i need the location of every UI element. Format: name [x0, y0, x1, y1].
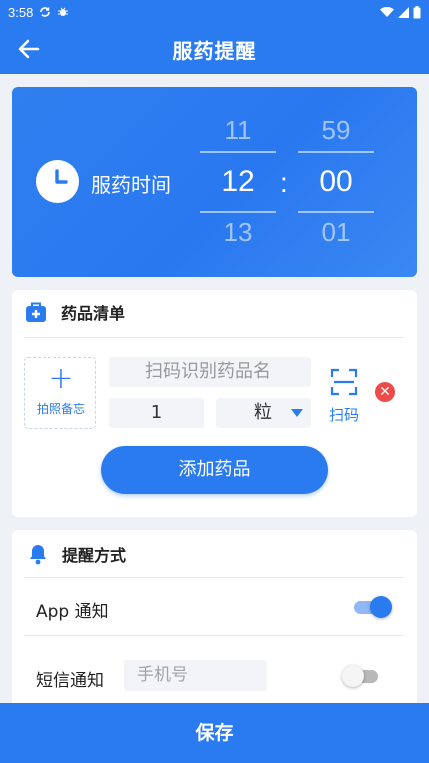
status-time: 3:58 [8, 4, 34, 20]
app-notice-label: App 通知 [36, 602, 109, 622]
reminder-method-card: 提醒方式 App 通知 短信通知 手机号 [12, 530, 417, 730]
photo-memo-label: 拍照备忘 [36, 402, 85, 416]
minute-current[interactable]: 00 [298, 165, 374, 199]
remove-medicine-button[interactable]: ✕ [375, 382, 395, 402]
medicine-name-placeholder: 扫码识别药品名 [145, 361, 271, 382]
minute-divider-top [298, 151, 374, 153]
scan-button[interactable]: 扫码 [326, 366, 362, 426]
reminder-header: 提醒方式 [28, 542, 126, 566]
signal-icon [398, 6, 409, 18]
time-label: 服药时间 [91, 173, 171, 197]
clock-icon [36, 160, 79, 203]
sms-notice-toggle[interactable] [342, 665, 382, 687]
back-button[interactable] [14, 34, 44, 64]
bell-icon [30, 545, 46, 565]
arrow-left-icon [18, 39, 40, 59]
wifi-icon [380, 6, 394, 17]
medicine-list-title: 药品清单 [61, 304, 126, 323]
unit-select[interactable]: 粒 [216, 398, 311, 428]
medicine-name-input[interactable]: 扫码识别药品名 [109, 357, 311, 387]
divider [24, 635, 405, 636]
minute-divider-bottom [298, 211, 374, 213]
hour-divider-bottom [200, 211, 276, 213]
quantity-input[interactable]: 1 [109, 398, 204, 428]
quantity-value: 1 [150, 402, 163, 423]
medical-kit-icon [26, 302, 46, 322]
hour-prev[interactable]: 11 [200, 115, 276, 146]
hour-next[interactable]: 13 [200, 217, 276, 248]
plus-icon: + [48, 361, 74, 396]
hour-current[interactable]: 12 [200, 165, 276, 199]
scan-label: 扫码 [328, 406, 359, 424]
save-button[interactable]: 保存 [0, 703, 429, 763]
divider [24, 577, 405, 578]
status-bar: 3:58 [0, 0, 429, 24]
minute-prev[interactable]: 59 [298, 115, 374, 146]
page-title: 服药提醒 [172, 38, 257, 63]
medicine-list-header: 药品清单 [25, 300, 125, 324]
phone-number-input[interactable]: 手机号 [124, 660, 267, 691]
phone-placeholder: 手机号 [137, 665, 188, 685]
hour-divider-top [200, 151, 276, 153]
reminder-title: 提醒方式 [62, 546, 127, 565]
divider [24, 337, 405, 338]
sms-notice-label: 短信通知 [36, 671, 104, 691]
medicine-list-card: 药品清单 + 拍照备忘 扫码识别药品名 1 粒 扫码 ✕ 添加药品 [12, 290, 417, 517]
scan-icon [330, 368, 358, 396]
app-notice-toggle[interactable] [352, 596, 392, 618]
close-icon: ✕ [379, 384, 391, 400]
minute-next[interactable]: 01 [298, 217, 374, 248]
photo-memo-button[interactable]: + 拍照备忘 [24, 357, 96, 429]
sync-icon [40, 7, 51, 17]
app-bar: 服药提醒 [0, 24, 429, 74]
add-medicine-button[interactable]: 添加药品 [101, 446, 328, 494]
battery-icon [413, 5, 421, 18]
unit-value: 粒 [254, 402, 272, 423]
caret-down-icon [291, 409, 303, 417]
time-picker-card: 服药时间 11 12 13 : 59 00 01 [12, 87, 417, 277]
minute-picker[interactable]: 59 00 01 [298, 87, 374, 277]
bug-icon [58, 7, 69, 16]
time-separator: : [280, 167, 288, 198]
hour-picker[interactable]: 11 12 13 [200, 87, 276, 277]
